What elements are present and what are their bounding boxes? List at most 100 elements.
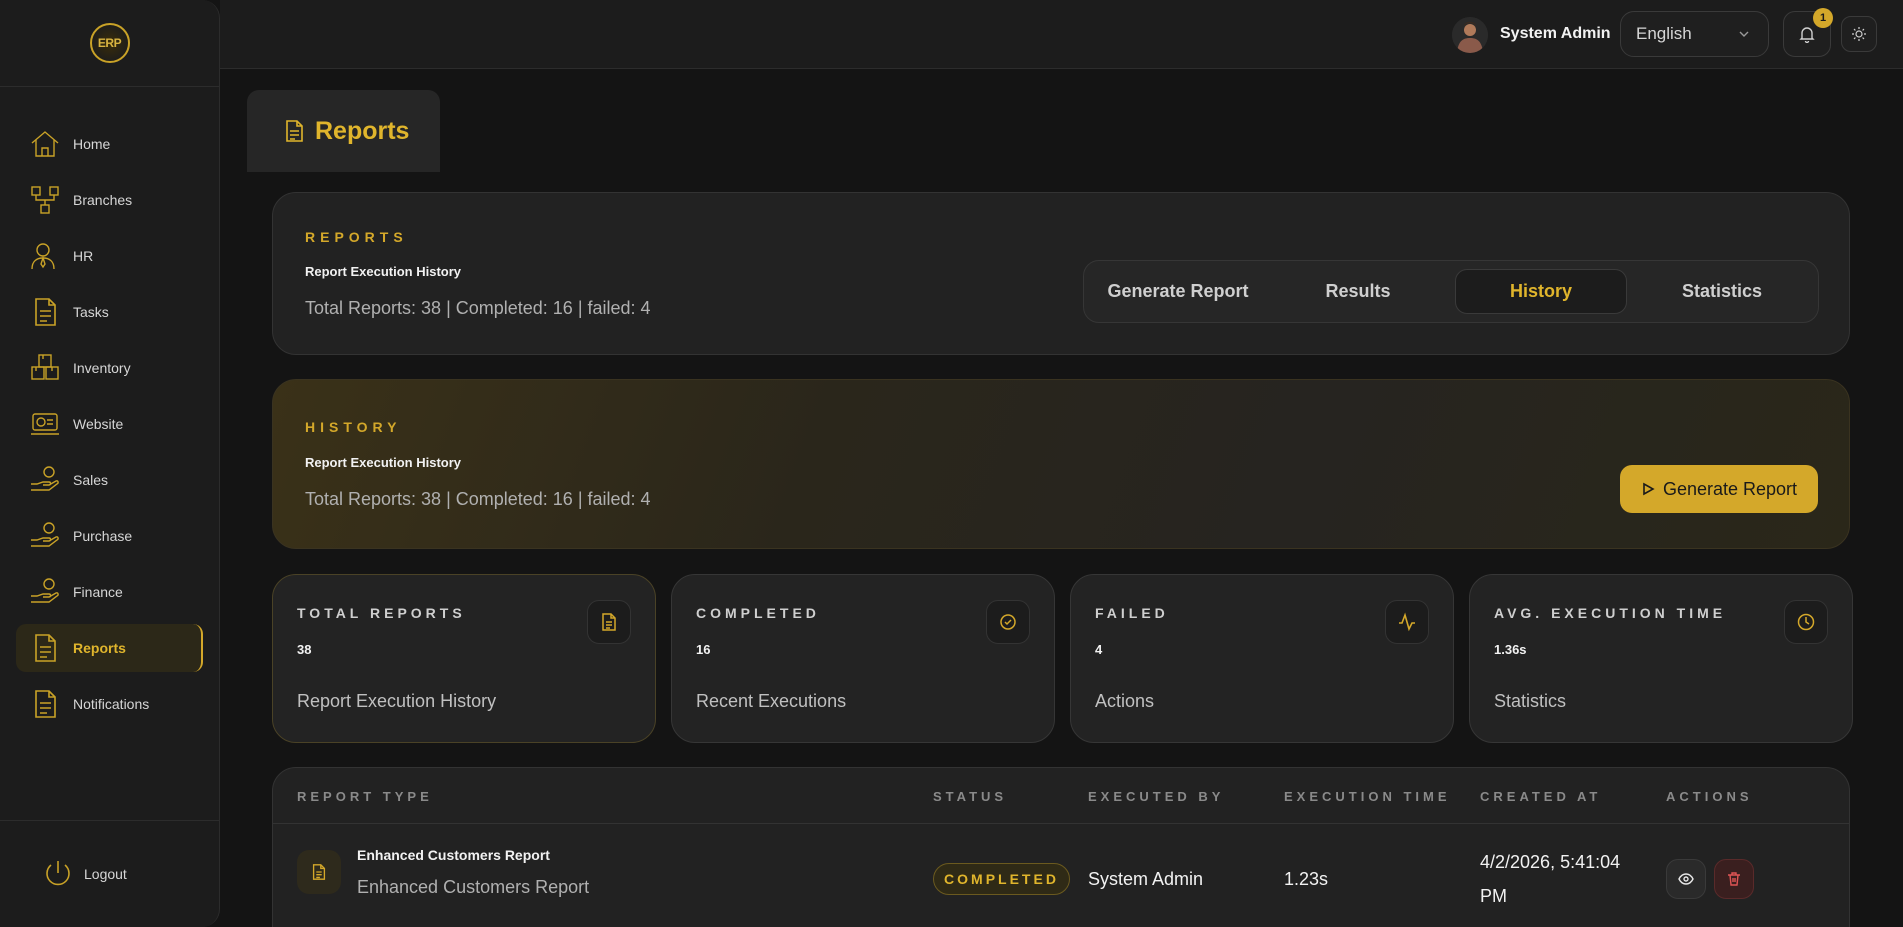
user-name: System Admin [1500,25,1611,42]
power-icon [46,861,70,886]
table-header-row: REPORT TYPE STATUS EXECUTED BY EXECUTION… [273,768,1849,824]
reports-card-summary: Total Reports: 38 | Completed: 16 | fail… [305,298,651,318]
sidebar-item-label: Tasks [73,304,109,320]
tab-statistics[interactable]: Statistics [1636,269,1808,314]
document-icon [35,634,56,662]
sidebar-item-label: Branches [73,192,133,208]
sun-icon [1852,27,1866,41]
sidebar-item-home[interactable]: Home [16,120,203,168]
stat-icon-box [986,600,1030,644]
clock-icon [1797,613,1815,631]
logo-area: ERP [0,0,219,87]
report-tabs: Generate Report Results History Statisti… [1083,260,1819,323]
stat-label: COMPLETED [696,605,820,621]
sidebar-item-notifications[interactable]: Notifications [16,680,203,728]
stat-card-completed: COMPLETED 16 Recent Executions [671,574,1055,743]
created-at-line1: 4/2/2026, 5:41:04 [1480,852,1621,872]
avatar[interactable] [1452,17,1488,53]
sidebar-item-finance[interactable]: Finance [16,568,203,616]
stat-value: 38 [297,642,312,657]
page-title-tab: Reports [247,90,440,172]
stat-label: TOTAL REPORTS [297,605,466,621]
tab-generate-report[interactable]: Generate Report [1092,269,1264,314]
stat-value: 16 [696,642,711,657]
history-card: HISTORY Report Execution History Total R… [272,379,1850,549]
stat-value: 1.36s [1494,642,1527,657]
report-type-subtitle: Enhanced Customers Report [357,877,590,897]
execution-time-cell: 1.23s [1284,869,1329,889]
sidebar-item-label: Inventory [73,360,131,376]
sidebar-item-label: Purchase [73,528,133,544]
erp-logo[interactable]: ERP [89,23,130,63]
activity-icon [1399,612,1415,632]
stat-label: AVG. EXECUTION TIME [1494,605,1727,621]
history-table: REPORT TYPE STATUS EXECUTED BY EXECUTION… [272,767,1850,927]
logout-button[interactable]: Logout [0,820,219,927]
language-value: English [1636,24,1692,43]
delete-button[interactable] [1714,859,1754,899]
check-circle-icon [1000,614,1016,630]
document-icon [286,120,303,142]
history-card-summary: Total Reports: 38 | Completed: 16 | fail… [305,489,651,509]
view-button[interactable] [1666,859,1706,899]
status-badge: COMPLETED [933,863,1070,895]
sidebar-item-website[interactable]: Website [16,400,203,448]
history-card-label: HISTORY [305,419,402,435]
sidebar-item-sales[interactable]: Sales [16,456,203,504]
theme-toggle-button[interactable] [1841,16,1877,52]
stat-desc: Actions [1095,691,1155,711]
home-icon [31,131,59,157]
trash-icon [1728,872,1740,886]
language-select[interactable]: English [1620,11,1769,57]
notification-count-badge: 1 [1813,8,1833,28]
sidebar-item-branches[interactable]: Branches [16,176,203,224]
history-card-subtitle: Report Execution History [305,455,462,470]
sidebar-item-reports[interactable]: Reports [16,624,203,672]
sidebar-item-label: HR [73,248,94,264]
sidebar-item-hr[interactable]: HR [16,232,203,280]
stat-icon-box [1385,600,1429,644]
column-header-executed-by: EXECUTED BY [1088,789,1225,804]
hand-coins-icon [31,578,59,603]
reports-card-subtitle: Report Execution History [305,264,462,279]
sidebar-item-label: Home [73,136,111,152]
generate-report-label: Generate Report [1662,478,1798,499]
stat-value: 4 [1095,642,1103,657]
website-icon [31,413,59,435]
tab-history[interactable]: History [1455,269,1627,314]
created-at-line2: PM [1480,886,1507,906]
column-header-report-type: REPORT TYPE [297,789,433,804]
stat-desc: Report Execution History [297,691,497,711]
document-icon [602,613,616,631]
sidebar-item-tasks[interactable]: Tasks [16,288,203,336]
sidebar-nav: Home Branches HR Tasks Inventory Website… [0,87,219,728]
stat-icon-box [587,600,631,644]
tab-results[interactable]: Results [1272,269,1444,314]
sidebar-item-label: Website [73,416,124,432]
hr-icon [31,243,55,270]
topbar: System Admin English 1 [220,0,1903,69]
stat-card-failed: FAILED 4 Actions [1070,574,1454,743]
sidebar-item-inventory[interactable]: Inventory [16,344,203,392]
generate-report-button[interactable]: Generate Report [1620,465,1818,513]
hand-coins-icon [31,522,59,547]
column-header-execution-time: EXECUTION TIME [1284,789,1451,804]
branches-icon [31,186,59,214]
page-title: Reports [315,116,410,145]
stat-desc: Statistics [1494,691,1567,711]
executed-by-cell: System Admin [1088,869,1204,889]
sidebar-item-label: Finance [73,584,123,600]
inventory-icon [31,354,59,380]
user-avatar-icon [1452,17,1488,53]
stat-card-total-reports: TOTAL REPORTS 38 Report Execution Histor… [272,574,656,743]
document-icon [35,298,56,326]
stat-card-avg-execution-time: AVG. EXECUTION TIME 1.36s Statistics [1469,574,1853,743]
sidebar-item-label: Sales [73,472,109,488]
play-icon [1643,482,1655,496]
sidebar-item-purchase[interactable]: Purchase [16,512,203,560]
sidebar-item-label: Reports [73,640,126,656]
column-header-actions: ACTIONS [1666,789,1753,804]
reports-card-label: REPORTS [305,229,408,245]
stat-desc: Recent Executions [696,691,847,711]
stat-label: FAILED [1095,605,1169,621]
